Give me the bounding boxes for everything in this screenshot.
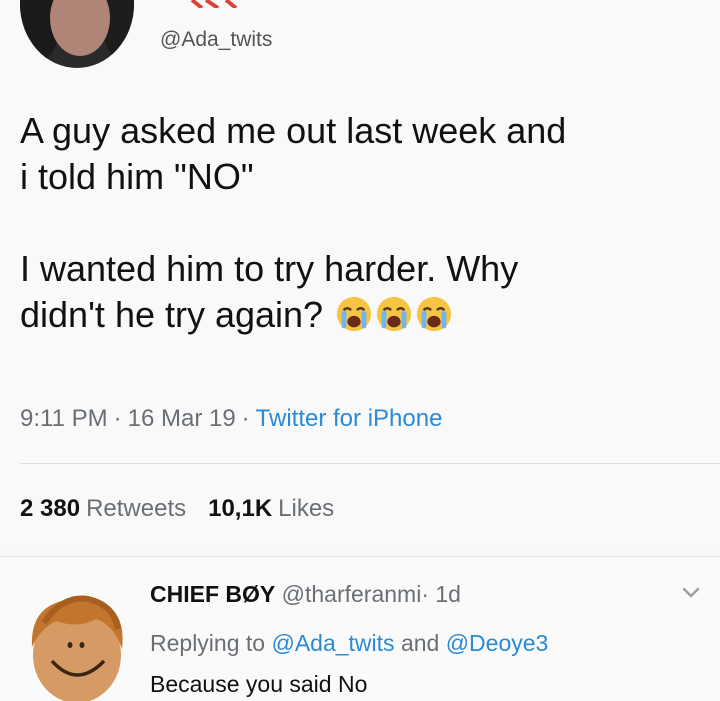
loudly-crying-face-icon — [417, 296, 452, 332]
meta-separator: · — [421, 581, 429, 607]
reply-body: Because you said No — [150, 671, 368, 697]
reply-card[interactable]: CHIEF BØY @tharferanmi· 1d Replying to @… — [0, 556, 720, 701]
reply-author-handle[interactable]: @tharferanmi — [282, 581, 422, 607]
tweet-body: A guy asked me out last week and i told … — [20, 108, 710, 338]
likes-stat[interactable]: 10,1K Likes — [208, 495, 334, 522]
avatar[interactable] — [20, 0, 134, 68]
chevron-down-icon[interactable] — [682, 587, 700, 599]
replying-conjunction: and — [400, 630, 440, 656]
reply-age: 1d — [435, 581, 461, 607]
replying-to: Replying to @Ada_twits and @Deoye3 — [150, 630, 548, 657]
meta-separator: · — [113, 405, 122, 432]
tweet-date[interactable]: 16 Mar 19 — [128, 405, 236, 432]
retweets-label: Retweets — [86, 495, 187, 522]
tweet-stats: 2 380 Retweets 10,1K Likes — [20, 495, 334, 523]
tweet-card: @Ada_twits A guy asked me out last week … — [0, 0, 720, 545]
replying-prefix: Replying to — [150, 630, 266, 656]
reply-header: CHIEF BØY @tharferanmi· 1d — [150, 581, 461, 608]
tweet-text-line: A guy asked me out last week and — [20, 110, 567, 151]
meta-separator: · — [241, 405, 250, 432]
tweet-text-line: i told him "NO" — [20, 156, 254, 197]
loudly-crying-face-icon — [337, 296, 372, 332]
avatar[interactable] — [22, 589, 132, 701]
likes-count: 10,1K — [208, 495, 273, 522]
mention-link[interactable]: @Ada_twits — [271, 630, 394, 656]
mention-link[interactable]: @Deoye3 — [446, 630, 549, 656]
tweet-text-line: didn't he try again? — [20, 294, 324, 335]
reply-author-name[interactable]: CHIEF BØY — [150, 581, 275, 607]
decorative-mark — [190, 0, 238, 8]
likes-label: Likes — [278, 495, 335, 522]
tweet-meta: 9:11 PM · 16 Mar 19 · Twitter for iPhone — [20, 405, 442, 433]
tweet-source-link[interactable]: Twitter for iPhone — [256, 405, 443, 432]
divider — [20, 463, 720, 464]
tweet-time[interactable]: 9:11 PM — [20, 405, 108, 432]
loudly-crying-face-icon — [377, 296, 412, 332]
tweet-handle[interactable]: @Ada_twits — [160, 28, 272, 52]
retweets-stat[interactable]: 2 380 Retweets — [20, 495, 186, 522]
retweets-count: 2 380 — [20, 495, 81, 522]
tweet-text-line: I wanted him to try harder. Why — [20, 248, 519, 289]
tweet-text-line-with-emoji: didn't he try again? — [20, 292, 710, 338]
